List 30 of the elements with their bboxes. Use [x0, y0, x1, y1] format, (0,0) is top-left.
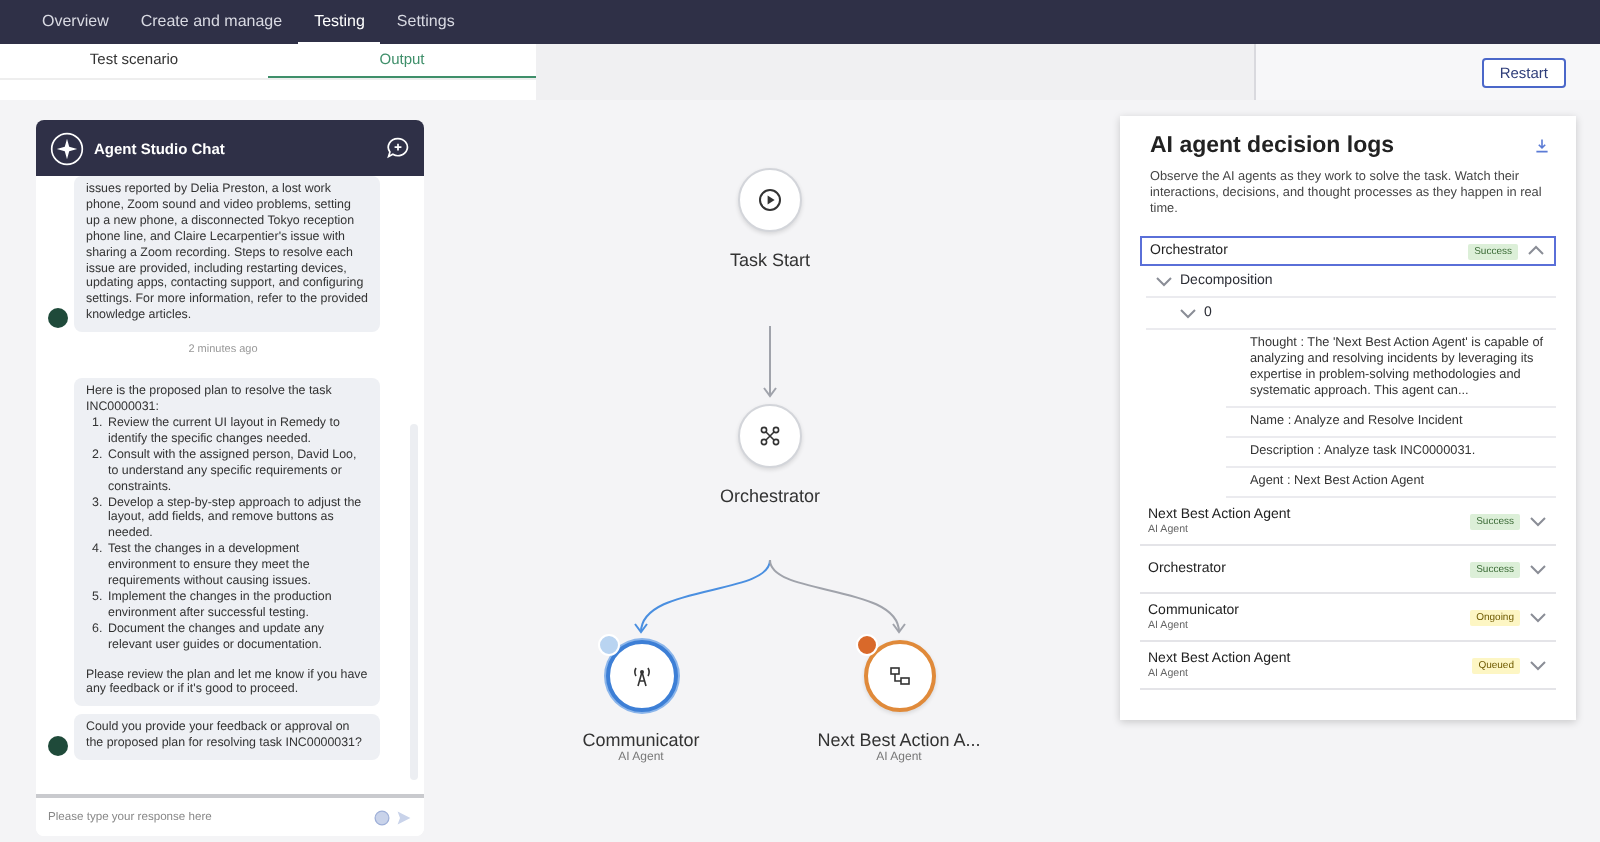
node-label: Task Start [727, 250, 812, 270]
progress-dot-icon [597, 634, 619, 656]
chevron-icon[interactable] [1526, 242, 1546, 260]
logs-title: AI agent decision logs [1150, 134, 1395, 158]
chevron-icon[interactable] [1178, 304, 1198, 322]
nav-tab[interactable]: Settings [380, 0, 471, 44]
new-chat-icon[interactable] [386, 136, 410, 160]
node-label: Orchestrator [717, 486, 822, 506]
chevron-icon[interactable] [1528, 512, 1548, 530]
sparkle-icon [50, 131, 84, 165]
node-circle[interactable] [863, 640, 935, 712]
node-label: Next Best Action A... [815, 730, 983, 750]
play-icon [758, 188, 782, 212]
chevron-icon[interactable] [1528, 560, 1548, 578]
nav-tab[interactable]: Create and manage [124, 0, 299, 44]
network-icon [758, 424, 782, 448]
nav-tab[interactable]: Overview [26, 0, 125, 44]
blocked-badge-icon [855, 634, 877, 656]
chevron-icon[interactable] [1528, 656, 1548, 674]
emoji-icon[interactable] [374, 809, 390, 825]
chevron-icon[interactable] [1528, 608, 1548, 626]
flow-icon [887, 664, 911, 688]
chevron-icon[interactable] [1154, 272, 1174, 290]
antenna-icon [629, 664, 653, 688]
connector-arrow [634, 559, 771, 634]
download-icon[interactable] [1534, 138, 1550, 154]
connector-arrow [763, 325, 777, 398]
node-circle[interactable] [605, 640, 677, 712]
node-label: Communicator [580, 730, 702, 750]
connector-arrow [769, 559, 906, 634]
